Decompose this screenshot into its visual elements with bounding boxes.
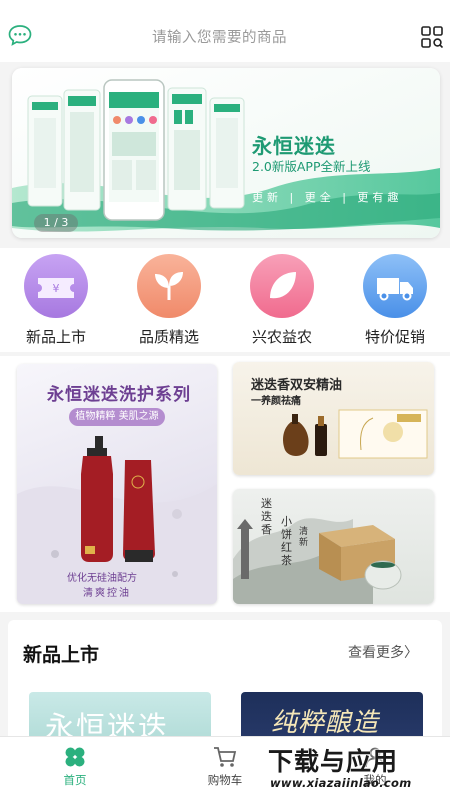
search-input[interactable]: 请输入您需要的商品 bbox=[152, 26, 287, 47]
category-agri-support[interactable]: 兴农益农 bbox=[232, 250, 332, 350]
promo-vertical-text: 小饼红茶 bbox=[281, 515, 292, 567]
view-more-link[interactable]: 查看更多〉 bbox=[348, 642, 418, 662]
promo-vertical-text: 迷迭香 bbox=[261, 497, 272, 536]
promo-vertical-text: 清新 bbox=[299, 527, 309, 548]
category-row: ¥ 新品上市 品质精选 兴农益农 特价促销 bbox=[0, 248, 450, 352]
category-label: 兴农益农 bbox=[251, 328, 312, 346]
promo-essential-oil[interactable]: 迷迭香双安精油 一养颜祛痛 bbox=[233, 362, 434, 475]
banner-tagline: 更新 | 更全 | 更有趣 bbox=[252, 191, 403, 204]
promo-black-tea[interactable]: 迷迭香 小饼红茶 清新 bbox=[233, 489, 434, 604]
watermark-text: 下载与应用 bbox=[268, 747, 399, 776]
category-label: 特价促销 bbox=[364, 328, 425, 346]
category-label: 品质精选 bbox=[138, 328, 199, 346]
sprout-icon bbox=[137, 254, 201, 318]
promo-caption: 优化无硅油配方 bbox=[67, 573, 137, 584]
svg-text:¥: ¥ bbox=[53, 282, 60, 295]
truck-icon bbox=[363, 254, 427, 318]
tab-home[interactable]: 首页 bbox=[0, 737, 150, 800]
promo-caption: 清爽控油 bbox=[83, 588, 131, 599]
promo-section: 永恒迷迭洗护系列 植物精粹 美肌之源 优化无硅油配方 清爽控油 迷迭香双安精油 … bbox=[0, 356, 450, 612]
site-watermark: 下载与应用 www.xiazaiinlao.com bbox=[268, 742, 448, 798]
promo-care-series[interactable]: 永恒迷迭洗护系列 植物精粹 美肌之源 优化无硅油配方 清爽控油 bbox=[17, 364, 217, 604]
category-special-offers[interactable]: 特价促销 bbox=[345, 250, 445, 350]
oil-bottles-image bbox=[283, 409, 428, 459]
category-label: 新品上市 bbox=[25, 328, 86, 346]
watermark-url: www.xiazaiinlao.com bbox=[270, 776, 412, 790]
section-title: 新品上市 bbox=[23, 644, 100, 666]
top-header: 请输入您需要的商品 bbox=[0, 0, 450, 62]
scan-icon[interactable] bbox=[421, 26, 443, 48]
chat-bubble-icon[interactable] bbox=[8, 24, 32, 46]
category-new-products[interactable]: ¥ 新品上市 bbox=[6, 250, 106, 350]
clover-home-icon bbox=[65, 747, 85, 767]
hero-banner[interactable]: 永恒迷迭 2.0新版APP全新上线 更新 | 更全 | 更有趣 bbox=[12, 68, 440, 238]
banner-subtitle: 2.0新版APP全新上线 bbox=[252, 159, 371, 174]
leaf-icon bbox=[250, 254, 314, 318]
category-quality-picks[interactable]: 品质精选 bbox=[119, 250, 219, 350]
banner-artwork bbox=[12, 68, 440, 238]
cart-icon bbox=[214, 747, 237, 767]
shampoo-bottles-image bbox=[17, 436, 217, 604]
product-card-text: 纯粹酿造 bbox=[271, 708, 380, 738]
banner-title: 永恒迷迭 bbox=[252, 134, 336, 158]
ticket-icon: ¥ bbox=[24, 254, 88, 318]
tab-label: 首页 bbox=[63, 773, 87, 787]
banner-pager: 1 / 3 bbox=[34, 214, 78, 232]
